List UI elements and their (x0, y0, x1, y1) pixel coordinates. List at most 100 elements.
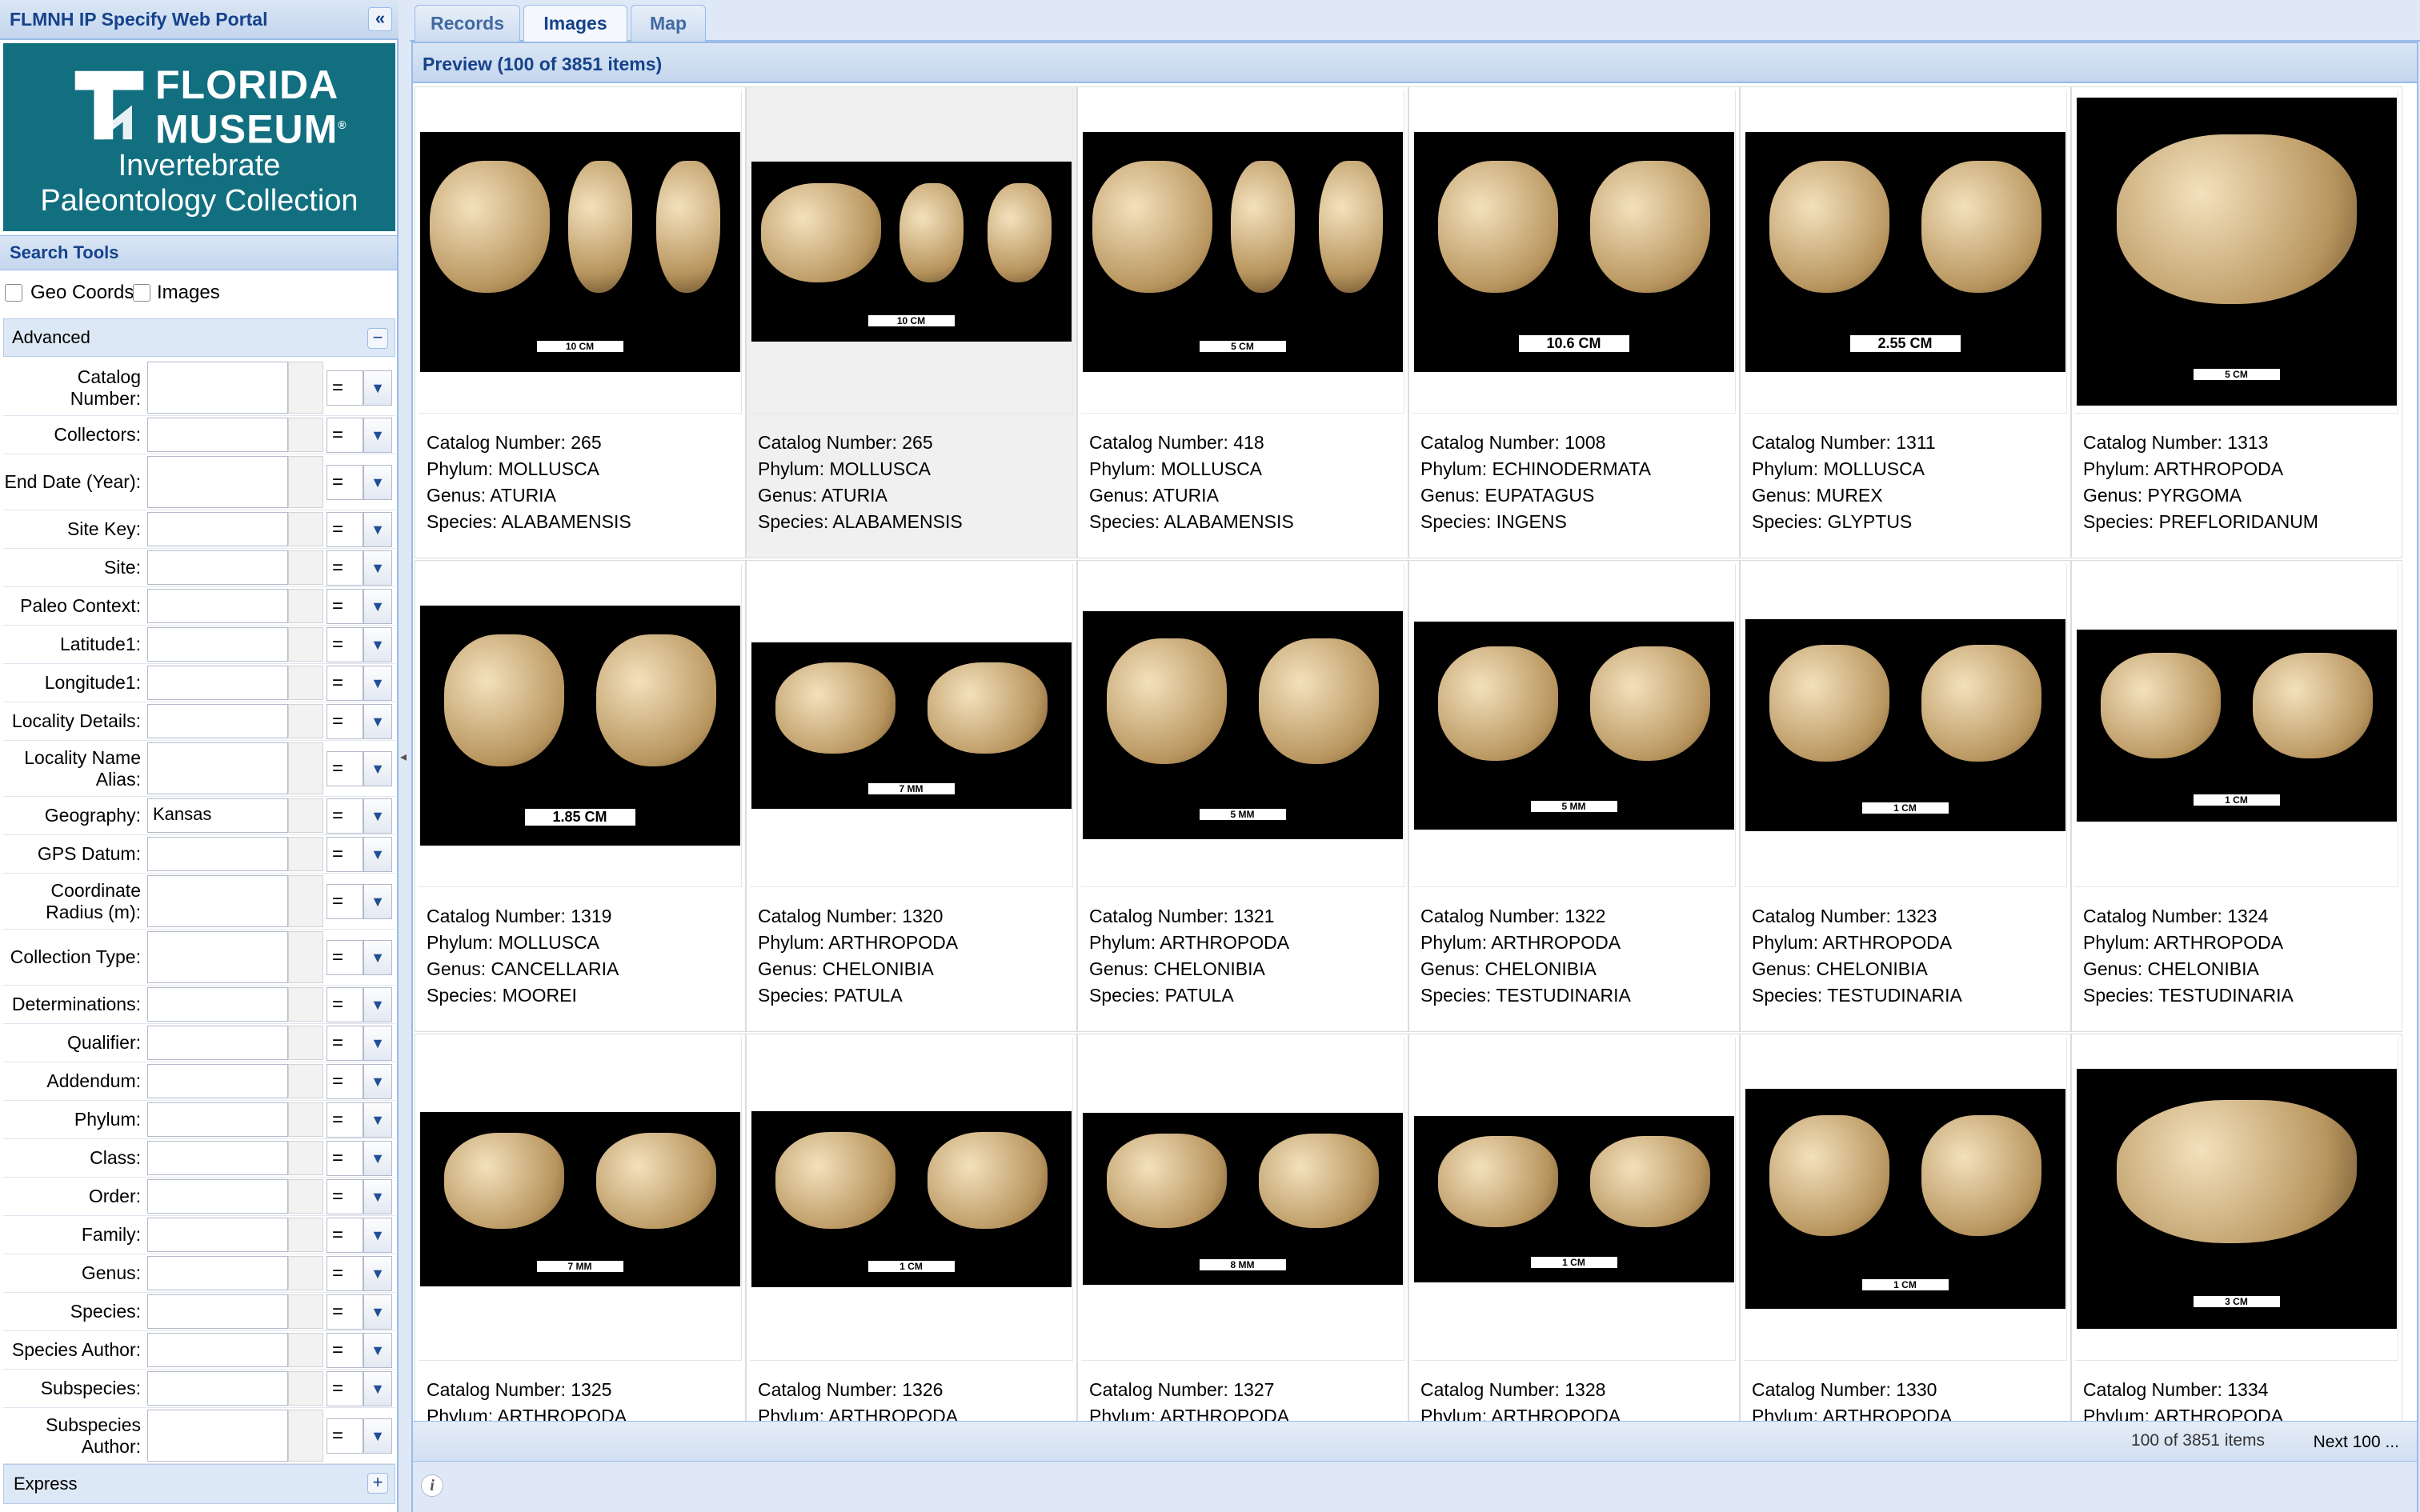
chevron-down-icon[interactable]: ▼ (363, 750, 392, 786)
image-thumbnail-area[interactable]: 5 MM (1412, 564, 1736, 887)
image-thumbnail-area[interactable]: 1.85 CM (419, 564, 742, 887)
image-thumbnail-area[interactable]: 1 CM (1744, 564, 2067, 887)
specimen-photo[interactable]: 7 MM (751, 642, 1072, 809)
chevron-down-icon[interactable]: ▼ (363, 836, 392, 872)
operator-select[interactable]: = (327, 511, 363, 547)
search-field-input[interactable] (147, 456, 288, 508)
search-field-input[interactable] (147, 1064, 288, 1098)
image-thumbnail-area[interactable]: 2.55 CM (1744, 90, 2067, 414)
search-field-input[interactable] (147, 1410, 288, 1462)
operator-select[interactable]: = (327, 370, 363, 406)
image-thumbnail-area[interactable]: 10.6 CM (1412, 90, 1736, 414)
image-thumbnail-area[interactable]: 1 CM (1412, 1038, 1736, 1361)
operator-select[interactable]: = (327, 1140, 363, 1176)
image-card[interactable]: 1 CM Catalog Number: 1326 Phylum: ARTHROPO… (746, 1034, 1077, 1461)
search-field-input[interactable] (147, 512, 288, 546)
search-field-input[interactable] (147, 704, 288, 738)
search-field-input[interactable] (147, 627, 288, 662)
image-thumbnail-area[interactable]: 1 CM (750, 1038, 1073, 1361)
specimen-photo[interactable]: 3 CM (2076, 1069, 2397, 1329)
operator-select[interactable]: = (327, 883, 363, 919)
operator-select[interactable]: = (327, 665, 363, 701)
operator-select[interactable]: = (327, 939, 363, 975)
image-thumbnail-area[interactable]: 7 MM (419, 1038, 742, 1361)
operator-select[interactable]: = (327, 1255, 363, 1291)
tab-map[interactable]: Map (631, 5, 706, 42)
specimen-photo[interactable]: 1.85 CM (419, 605, 740, 846)
chevron-down-icon[interactable]: ▼ (363, 588, 392, 624)
image-thumbnail-area[interactable]: 3 CM (2075, 1038, 2398, 1361)
tab-images[interactable]: Images (523, 5, 627, 43)
search-field-input[interactable] (147, 1218, 288, 1252)
image-card[interactable]: 8 MM Catalog Number: 1327 Phylum: ARTHROPO… (1077, 1034, 1408, 1461)
chevron-down-icon[interactable]: ▼ (363, 370, 392, 406)
search-field-input[interactable] (147, 931, 288, 983)
specimen-photo[interactable]: 10.6 CM (1413, 131, 1734, 372)
specimen-photo[interactable]: 1 CM (1413, 1115, 1734, 1282)
search-field-input[interactable] (147, 418, 288, 452)
image-card[interactable]: 10 CM Catalog Number: 265 Phylum: MOLLUSCA… (415, 86, 746, 558)
operator-select[interactable]: = (327, 417, 363, 453)
chevron-down-icon[interactable]: ▼ (363, 1255, 392, 1291)
chevron-down-icon[interactable]: ▼ (363, 1178, 392, 1214)
image-card[interactable]: 1.85 CM Catalog Number: 1319 Phylum: MOLLU… (415, 560, 746, 1032)
double-chevron-left-icon[interactable]: « (368, 7, 392, 31)
search-field-input[interactable] (147, 1333, 288, 1367)
search-field-input[interactable] (147, 1141, 288, 1175)
geo-coords-checkbox[interactable] (5, 284, 22, 302)
chevron-down-icon[interactable]: ▼ (363, 550, 392, 586)
operator-select[interactable]: = (327, 836, 363, 872)
specimen-photo[interactable]: 5 MM (1082, 611, 1403, 839)
search-field-input[interactable] (147, 666, 288, 700)
specimen-photo[interactable]: 1 CM (1745, 1089, 2065, 1309)
image-thumbnail-area[interactable]: 7 MM (750, 564, 1073, 887)
search-field-input[interactable] (147, 1294, 288, 1329)
image-card[interactable]: 10 CM Catalog Number: 265 Phylum: MOLLUSCA… (746, 86, 1077, 558)
chevron-down-icon[interactable]: ▼ (363, 1418, 392, 1454)
express-header[interactable]: Express + (3, 1464, 395, 1504)
splitter-arrow-icon[interactable]: ◂ (400, 749, 407, 765)
operator-select[interactable]: = (327, 588, 363, 624)
search-field-input[interactable] (147, 1256, 288, 1290)
operator-select[interactable]: = (327, 1178, 363, 1214)
image-card[interactable]: 7 MM Catalog Number: 1325 Phylum: ARTHROPO… (415, 1034, 746, 1461)
operator-select[interactable]: = (327, 750, 363, 786)
operator-select[interactable]: = (327, 1025, 363, 1061)
specimen-photo[interactable]: 5 MM (1413, 621, 1734, 830)
tab-records[interactable]: Records (415, 5, 520, 42)
chevron-down-icon[interactable]: ▼ (363, 1332, 392, 1368)
chevron-down-icon[interactable]: ▼ (363, 464, 392, 500)
chevron-down-icon[interactable]: ▼ (363, 1370, 392, 1406)
operator-select[interactable]: = (327, 1063, 363, 1099)
image-thumbnail-area[interactable]: 10 CM (750, 90, 1073, 414)
image-thumbnail-area[interactable]: 1 CM (2075, 564, 2398, 887)
image-card[interactable]: 1 CM Catalog Number: 1330 Phylum: ARTHROPO… (1740, 1034, 2071, 1461)
search-field-input[interactable] (147, 550, 288, 585)
specimen-photo[interactable]: 1 CM (1745, 619, 2065, 831)
chevron-down-icon[interactable]: ▼ (363, 986, 392, 1022)
image-card[interactable]: 7 MM Catalog Number: 1320 Phylum: ARTHROPO… (746, 560, 1077, 1032)
specimen-photo[interactable]: 1 CM (2076, 629, 2397, 822)
chevron-down-icon[interactable]: ▼ (363, 1217, 392, 1253)
specimen-photo[interactable]: 5 CM (1082, 131, 1403, 372)
image-card[interactable]: 5 CM Catalog Number: 418 Phylum: MOLLUSCA G… (1077, 86, 1408, 558)
search-field-input[interactable] (147, 987, 288, 1022)
image-card[interactable]: 10.6 CM Catalog Number: 1008 Phylum: ECHIN… (1408, 86, 1740, 558)
image-thumbnail-area[interactable]: 10 CM (419, 90, 742, 414)
advanced-header[interactable]: Advanced − (3, 318, 395, 357)
search-field-input[interactable] (147, 1179, 288, 1214)
search-field-input[interactable] (147, 1102, 288, 1137)
operator-select[interactable]: = (327, 1217, 363, 1253)
image-card[interactable]: 1 CM Catalog Number: 1323 Phylum: ARTHROPO… (1740, 560, 2071, 1032)
chevron-down-icon[interactable]: ▼ (363, 1102, 392, 1138)
image-thumbnail-area[interactable]: 5 MM (1081, 564, 1404, 887)
search-field-input[interactable] (147, 1026, 288, 1060)
search-field-input[interactable] (147, 742, 288, 794)
image-card[interactable]: 1 CM Catalog Number: 1324 Phylum: ARTHROPO… (2071, 560, 2402, 1032)
operator-select[interactable]: = (327, 626, 363, 662)
info-icon[interactable]: i (421, 1474, 443, 1497)
specimen-photo[interactable]: 5 CM (2076, 98, 2397, 406)
chevron-down-icon[interactable]: ▼ (363, 1294, 392, 1330)
search-field-input[interactable] (147, 589, 288, 623)
search-field-input[interactable] (147, 1371, 288, 1406)
